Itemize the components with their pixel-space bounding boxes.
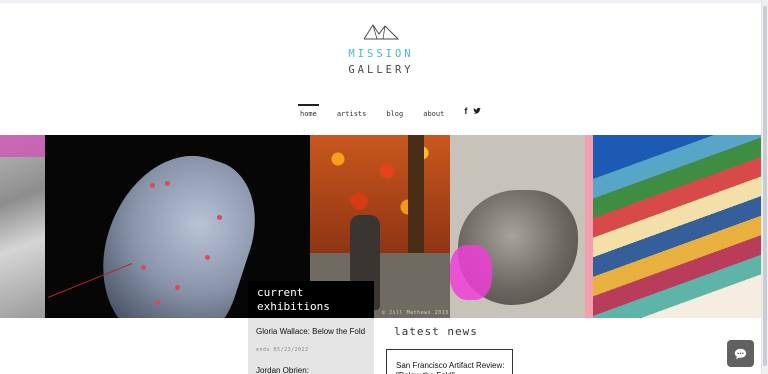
coral-dot <box>141 265 146 270</box>
fabric-pile-image <box>593 135 762 318</box>
scrollbar-thumb[interactable] <box>763 6 767 366</box>
coral-sculpture-image <box>81 136 273 318</box>
social-links: f <box>464 104 481 116</box>
coral-dot <box>175 285 180 290</box>
top-strip <box>0 0 762 3</box>
fabric-pile-panel[interactable] <box>585 135 762 318</box>
nav-home[interactable]: home <box>298 104 319 118</box>
twitter-icon[interactable] <box>473 107 481 115</box>
chat-bubble-icon <box>734 348 747 359</box>
nav-about[interactable]: about <box>423 104 444 118</box>
mountain-logo-icon <box>363 24 399 40</box>
stone-head-panel[interactable] <box>450 135 585 318</box>
coral-dot <box>155 300 160 305</box>
abstract-gray-panel[interactable] <box>0 135 45 318</box>
facebook-icon[interactable]: f <box>464 106 467 116</box>
coral-dot <box>217 215 222 220</box>
coral-dot <box>165 181 170 186</box>
pink-splash <box>450 245 492 300</box>
coral-dot <box>150 183 155 188</box>
logo-text-mission: MISSION <box>348 48 414 60</box>
latest-news-title: latest news <box>394 325 478 338</box>
chat-button[interactable] <box>727 340 754 367</box>
nav-artists[interactable]: artists <box>337 104 367 118</box>
hero-caption: © Jill Mathews 2013 <box>382 310 449 316</box>
exhibition-title[interactable]: Gloria Wallace: Below the Fold <box>256 327 368 337</box>
pink-strip <box>585 135 593 318</box>
page: MISSION GALLERY home artists blog about … <box>0 0 762 374</box>
coral-dot <box>205 255 210 260</box>
main-nav: home artists blog about f <box>298 104 481 124</box>
nav-blog[interactable]: blog <box>386 104 403 118</box>
current-exhibitions-title: current exhibitions <box>257 286 330 313</box>
exhibition-title[interactable]: Jordan Obrien: <box>256 366 368 374</box>
exhibition-date: ends 05/23/2022 <box>256 347 309 353</box>
logo-text-gallery: GALLERY <box>348 64 414 76</box>
vertical-scrollbar[interactable] <box>761 0 768 374</box>
news-card-title[interactable]: San Francisco Artifact Review: "Below th… <box>396 361 508 374</box>
news-card[interactable]: San Francisco Artifact Review: "Below th… <box>386 349 513 374</box>
autumn-leaves-image <box>310 135 450 255</box>
site-logo[interactable]: MISSION GALLERY <box>331 22 431 76</box>
hero-carousel[interactable] <box>0 135 762 318</box>
